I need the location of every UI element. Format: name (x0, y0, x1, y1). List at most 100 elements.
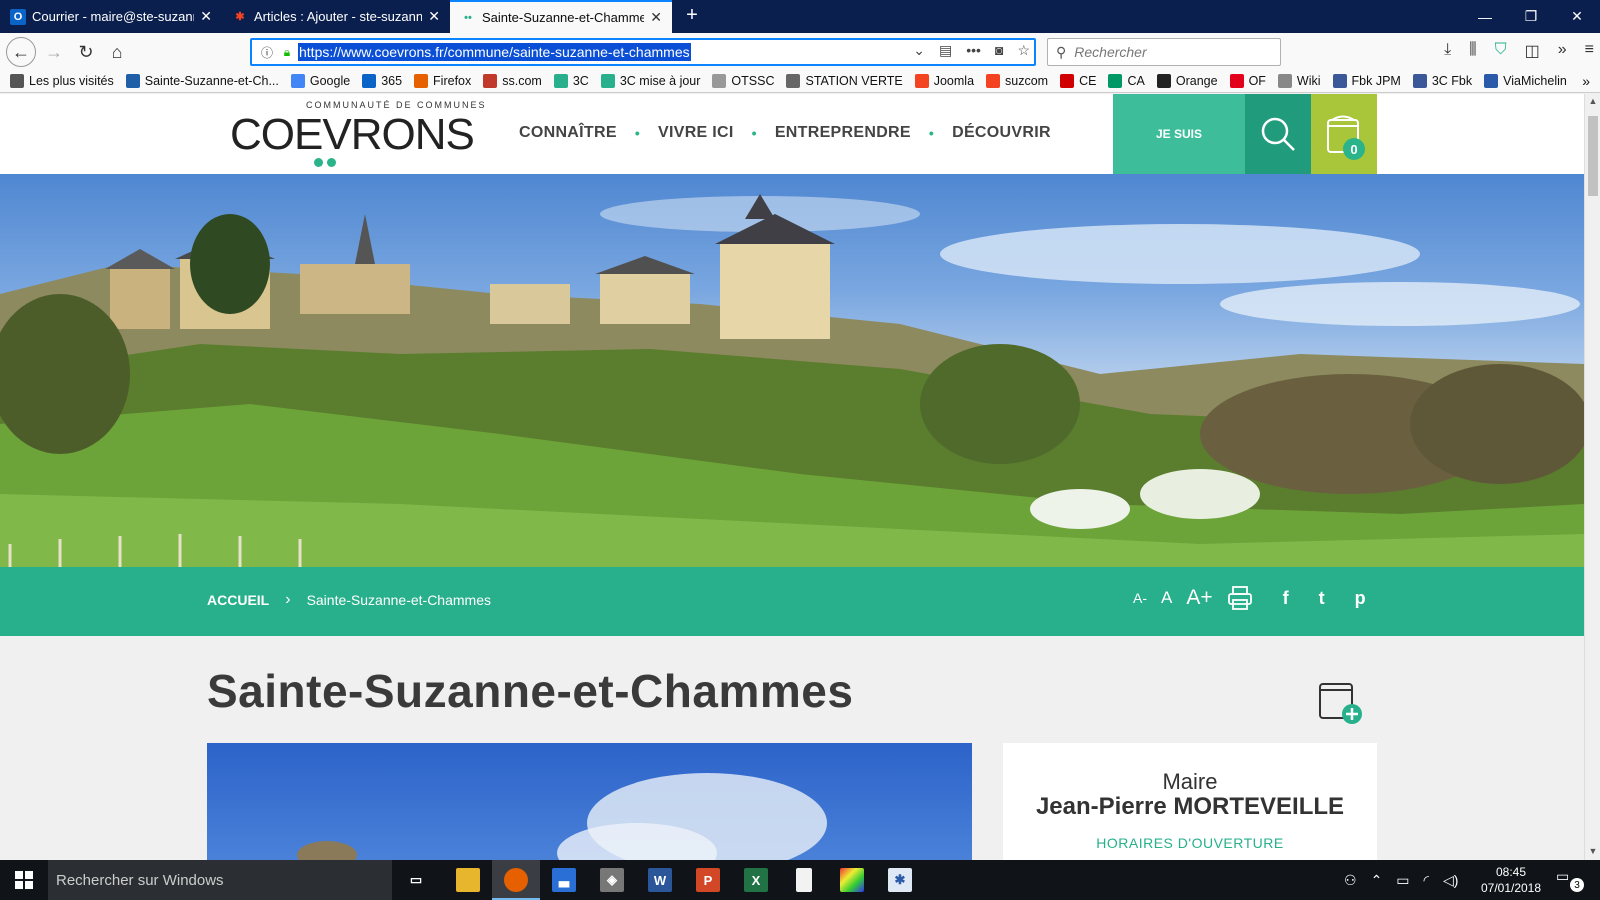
url-bar[interactable]: ⓘ 🔒︎ https://www.coevrons.fr/commune/sai… (250, 38, 1036, 66)
paint-taskbar-button[interactable] (828, 860, 876, 900)
font-increase-button[interactable]: A+ (1186, 586, 1212, 610)
scroll-down-icon[interactable]: ▼ (1585, 846, 1600, 856)
excel-taskbar-button[interactable]: X (732, 860, 780, 900)
twitter-icon[interactable]: t (1319, 588, 1325, 609)
app-taskbar-button[interactable]: ◈ (588, 860, 636, 900)
volume-icon[interactable]: ◁) (1443, 872, 1458, 889)
bookmark-item[interactable]: Wiki (1277, 74, 1321, 88)
sidebar-icon[interactable]: ◫ (1525, 41, 1540, 61)
bookmark-item[interactable]: Fbk JPM (1332, 74, 1401, 88)
close-icon[interactable]: ✕ (650, 9, 662, 26)
bookmark-item[interactable]: ViaMichelin (1484, 74, 1567, 88)
logo-subtitle: COMMUNAUTÉ DE COMMUNES (306, 100, 487, 110)
tab-articles[interactable]: ✱ Articles : Ajouter - ste-suzanne. ✕ (222, 0, 450, 33)
facebook-icon[interactable]: f (1283, 588, 1289, 609)
pocket-icon[interactable]: ◙ (995, 42, 1003, 59)
bookmark-item[interactable]: Les plus visités (10, 74, 114, 88)
bookmark-item[interactable]: CA (1108, 74, 1145, 88)
tab-sainte-suzanne[interactable]: •• Sainte-Suzanne-et-Chammes | ✕ (450, 0, 672, 33)
menu-icon[interactable]: ≡ (1585, 41, 1594, 61)
nav-connaitre[interactable]: CONNAÎTRE (519, 124, 617, 142)
logo-dots (314, 158, 336, 167)
scroll-up-icon[interactable]: ▲ (1585, 96, 1600, 106)
browser-search-input[interactable]: ⚲ Rechercher (1047, 38, 1281, 66)
bookmark-item[interactable]: Firefox (414, 74, 471, 88)
reload-button[interactable]: ↻ (72, 38, 100, 66)
powerpoint-icon: P (696, 868, 720, 892)
windows-search-input[interactable]: Rechercher sur Windows (48, 860, 392, 900)
close-window-button[interactable]: ✕ (1554, 0, 1600, 33)
nav-entreprendre[interactable]: ENTREPRENDRE (775, 124, 911, 142)
download-icon[interactable]: ⤓ (1444, 41, 1451, 61)
site-search-button[interactable] (1245, 94, 1311, 174)
back-button[interactable]: ← (6, 37, 36, 67)
app-taskbar-button[interactable]: ✱ (876, 860, 924, 900)
system-clock[interactable]: 08:45 07/01/2018 (1476, 864, 1546, 896)
tab-courrier[interactable]: O Courrier - maire@ste-suzanne.c ✕ (0, 0, 222, 33)
people-icon[interactable]: ⚇ (1344, 872, 1357, 889)
bookmark-item[interactable]: Sainte-Suzanne-et-Ch... (125, 74, 279, 88)
folder-icon (456, 868, 480, 892)
breadcrumb-home[interactable]: ACCUEIL (207, 592, 269, 608)
restore-button[interactable]: ❐ (1508, 0, 1554, 33)
bookmark-item[interactable]: 3C Fbk (1412, 74, 1472, 88)
chevron-down-icon[interactable]: ⌄ (913, 42, 925, 59)
shield-icon[interactable]: ⛉ (1495, 41, 1507, 61)
chevron-up-icon[interactable]: ⌃ (1371, 872, 1383, 889)
opening-hours-link[interactable]: HORAIRES D'OUVERTURE (1003, 835, 1377, 851)
url-text[interactable]: https://www.coevrons.fr/commune/sainte-s… (298, 43, 691, 61)
minimize-button[interactable]: — (1462, 0, 1508, 33)
close-icon[interactable]: ✕ (200, 8, 212, 25)
home-button[interactable]: ⌂ (103, 38, 131, 66)
forward-button[interactable]: → (40, 38, 68, 66)
bookmark-item[interactable]: STATION VERTE (786, 74, 903, 88)
bookmark-item[interactable]: suzcom (986, 74, 1048, 88)
notepad-taskbar-button[interactable] (780, 860, 828, 900)
new-tab-button[interactable]: + (680, 4, 704, 27)
bookmark-item[interactable]: OTSSC (712, 74, 774, 88)
firefox-taskbar-button[interactable] (492, 860, 540, 900)
bookmark-item[interactable]: CE (1060, 74, 1096, 88)
pinterest-icon[interactable]: p (1355, 588, 1366, 609)
overflow-chevron-icon[interactable]: » (1558, 41, 1567, 61)
close-icon[interactable]: ✕ (428, 8, 440, 25)
bookmark-item[interactable]: 365 (362, 74, 402, 88)
bookmark-item[interactable]: ss.com (483, 74, 542, 88)
bookmark-item[interactable]: 3C mise à jour (600, 74, 700, 88)
library-icon[interactable]: ⫼ (1469, 41, 1476, 61)
page-actions-icon[interactable]: ••• (966, 42, 981, 59)
battery-icon[interactable]: ▭ (1396, 872, 1409, 889)
nav-separator: • (634, 125, 641, 141)
bookmark-item[interactable]: Google (290, 74, 350, 88)
basket-button[interactable]: 0 (1311, 94, 1377, 174)
bookmark-item[interactable]: Joomla (914, 74, 974, 88)
page-scrollbar[interactable]: ▲ ▼ (1584, 94, 1600, 860)
breadcrumb-band: ACCUEIL › Sainte-Suzanne-et-Chammes A- A… (0, 567, 1584, 636)
info-icon[interactable]: ⓘ (256, 44, 278, 61)
bookmark-item[interactable]: Orange (1156, 74, 1218, 88)
windows-taskbar: Rechercher sur Windows ▭ ▃ ◈ W P X ✱ ⚇ ⌃… (0, 860, 1600, 900)
reader-view-icon[interactable]: ▤ (939, 42, 952, 59)
je-suis-button[interactable]: JE SUIS (1113, 94, 1245, 174)
powerpoint-taskbar-button[interactable]: P (684, 860, 732, 900)
font-decrease-button[interactable]: A- (1133, 590, 1147, 606)
add-to-basket-button[interactable] (1318, 680, 1362, 724)
bookmark-item[interactable]: OF (1229, 74, 1266, 88)
scrollbar-thumb[interactable] (1588, 116, 1598, 196)
word-taskbar-button[interactable]: W (636, 860, 684, 900)
start-button[interactable] (0, 860, 48, 900)
nav-decouvrir[interactable]: DÉCOUVRIR (952, 124, 1051, 142)
bookmark-item[interactable]: 3C (553, 74, 589, 88)
task-view-button[interactable]: ▭ (392, 860, 440, 900)
nav-vivre-ici[interactable]: VIVRE ICI (658, 124, 734, 142)
coevrons-logo[interactable]: COMMUNAUTÉ DE COMMUNES COEVRONS (230, 100, 485, 170)
bookmarks-overflow-icon[interactable]: » (1582, 73, 1590, 89)
wifi-icon[interactable]: ◜ (1424, 872, 1429, 889)
app-taskbar-button[interactable]: ▃ (540, 860, 588, 900)
site-icon (125, 74, 140, 88)
file-explorer-button[interactable] (444, 860, 492, 900)
font-reset-button[interactable]: A (1161, 588, 1172, 608)
bookmark-star-icon[interactable]: ☆ (1017, 42, 1030, 59)
action-center-button[interactable]: ▭ 3 (1556, 868, 1584, 894)
print-icon[interactable] (1227, 585, 1253, 611)
